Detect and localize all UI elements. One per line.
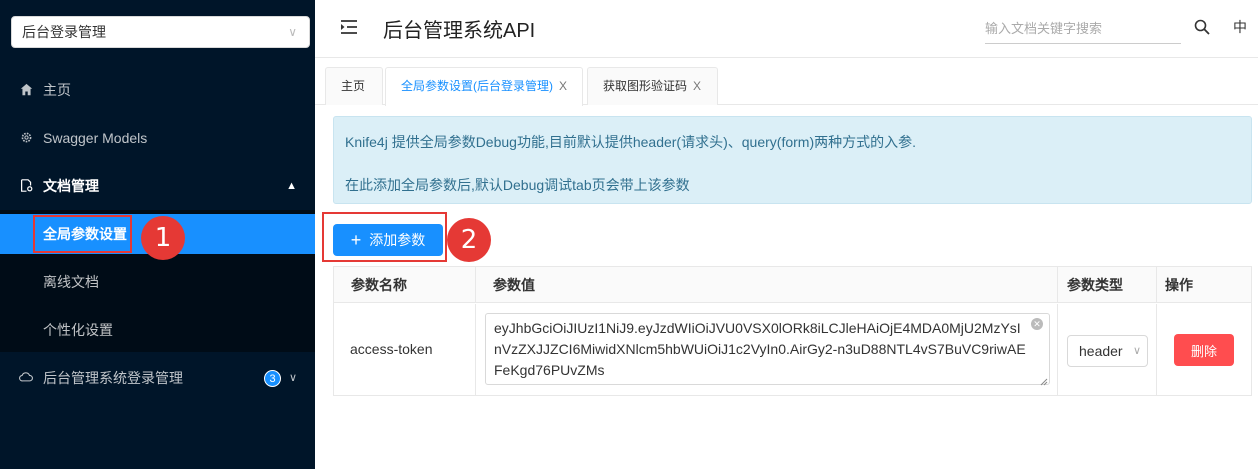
sidebar-item-offline-docs[interactable]: 离线文档 bbox=[0, 262, 315, 302]
column-header: 参数值 bbox=[476, 267, 1058, 303]
menu-collapse-icon[interactable] bbox=[339, 17, 359, 37]
tab-label: 全局参数设置(后台登录管理) bbox=[401, 79, 553, 93]
sidebar-item-label: Swagger Models bbox=[43, 130, 148, 146]
cell-param-value: eyJhbGciOiJIUzI1NiJ9.eyJzdWIiOiJVU0VSX0l… bbox=[476, 304, 1058, 396]
delete-button[interactable]: 删除 bbox=[1174, 334, 1234, 366]
param-type-value: header bbox=[1079, 343, 1123, 359]
search-input[interactable] bbox=[985, 14, 1181, 44]
tabs-bar: 主页 全局参数设置(后台登录管理) X 获取图形验证码 X bbox=[315, 58, 1258, 106]
cell-param-name: access-token bbox=[334, 304, 476, 396]
home-icon bbox=[18, 70, 34, 110]
group-select[interactable]: 后台登录管理 ∨ bbox=[11, 16, 310, 48]
sidebar-item-personalize[interactable]: 个性化设置 bbox=[0, 310, 315, 350]
param-name: access-token bbox=[350, 341, 433, 357]
cell-param-type: header ∨ bbox=[1058, 304, 1157, 396]
search-icon[interactable] bbox=[1194, 19, 1210, 35]
document-settings-icon bbox=[18, 166, 34, 206]
alert-line-2: 在此添加全局参数后,默认Debug调试tab页会带上该参数 bbox=[345, 177, 690, 193]
add-param-label: 添加参数 bbox=[369, 231, 426, 248]
page-title: 后台管理系统API bbox=[383, 20, 536, 42]
column-header: 操作 bbox=[1165, 277, 1193, 293]
plus-icon: + bbox=[350, 229, 362, 250]
count-badge: 3 bbox=[264, 370, 281, 387]
column-header: 参数名称 bbox=[334, 267, 476, 303]
annotation-marker-1: 1 bbox=[141, 216, 185, 260]
annotation-marker-2: 2 bbox=[447, 218, 491, 262]
close-icon[interactable]: X bbox=[559, 79, 567, 93]
settings-gear-icon bbox=[18, 118, 34, 158]
clear-icon[interactable]: ✕ bbox=[1031, 318, 1043, 330]
annotation-highlight-box bbox=[33, 215, 132, 253]
sidebar-item-label: 个性化设置 bbox=[43, 322, 113, 338]
sidebar-item-home[interactable]: 主页 bbox=[0, 70, 315, 110]
chevron-down-icon: ∨ bbox=[288, 372, 297, 384]
table-header: 参数名称 参数值 参数类型 操作 bbox=[334, 267, 1251, 303]
params-table: 参数名称 参数值 参数类型 操作 access-token eyJhbGciOi… bbox=[333, 266, 1252, 396]
tab-captcha[interactable]: 获取图形验证码 X bbox=[587, 67, 718, 105]
sidebar-item-admin-login-management[interactable]: 后台管理系统登录管理 3 ∨ bbox=[0, 358, 315, 398]
chevron-up-icon: ▲ bbox=[286, 180, 297, 192]
cloud-icon bbox=[18, 358, 34, 398]
sidebar-item-label: 文档管理 bbox=[43, 178, 99, 194]
sidebar-item-label: 离线文档 bbox=[43, 274, 99, 290]
column-header: 参数类型 bbox=[1058, 267, 1157, 303]
cell-actions: 删除 bbox=[1157, 304, 1251, 396]
tab-home[interactable]: 主页 bbox=[325, 67, 383, 105]
language-switch[interactable]: 中 bbox=[1233, 17, 1247, 37]
sidebar-item-swagger-models[interactable]: Swagger Models bbox=[0, 118, 315, 158]
info-alert: Knife4j 提供全局参数Debug功能,目前默认提供header(请求头)、… bbox=[333, 116, 1252, 204]
resize-grip-icon[interactable] bbox=[1040, 373, 1048, 386]
tab-label: 主页 bbox=[341, 79, 366, 93]
add-param-button[interactable]: + 添加参数 bbox=[333, 224, 443, 256]
chevron-down-icon: ∨ bbox=[288, 25, 297, 39]
param-value-textarea[interactable]: eyJhbGciOiJIUzI1NiJ9.eyJzdWIiOiJVU0VSX0l… bbox=[485, 313, 1050, 385]
sidebar-item-doc-management[interactable]: 文档管理 ▲ bbox=[0, 166, 315, 206]
sidebar-item-label: 后台管理系统登录管理 bbox=[43, 370, 183, 386]
tab-global-params[interactable]: 全局参数设置(后台登录管理) X bbox=[385, 67, 583, 106]
close-icon[interactable]: X bbox=[693, 79, 701, 93]
group-select-value: 后台登录管理 bbox=[22, 24, 106, 40]
tab-label: 获取图形验证码 bbox=[603, 79, 688, 93]
sidebar-item-label: 主页 bbox=[43, 82, 71, 98]
header: 后台管理系统API 中 bbox=[315, 0, 1258, 58]
param-type-select[interactable]: header ∨ bbox=[1067, 335, 1148, 367]
alert-line-1: Knife4j 提供全局参数Debug功能,目前默认提供header(请求头)、… bbox=[345, 134, 916, 150]
chevron-down-icon: ∨ bbox=[1132, 345, 1141, 357]
